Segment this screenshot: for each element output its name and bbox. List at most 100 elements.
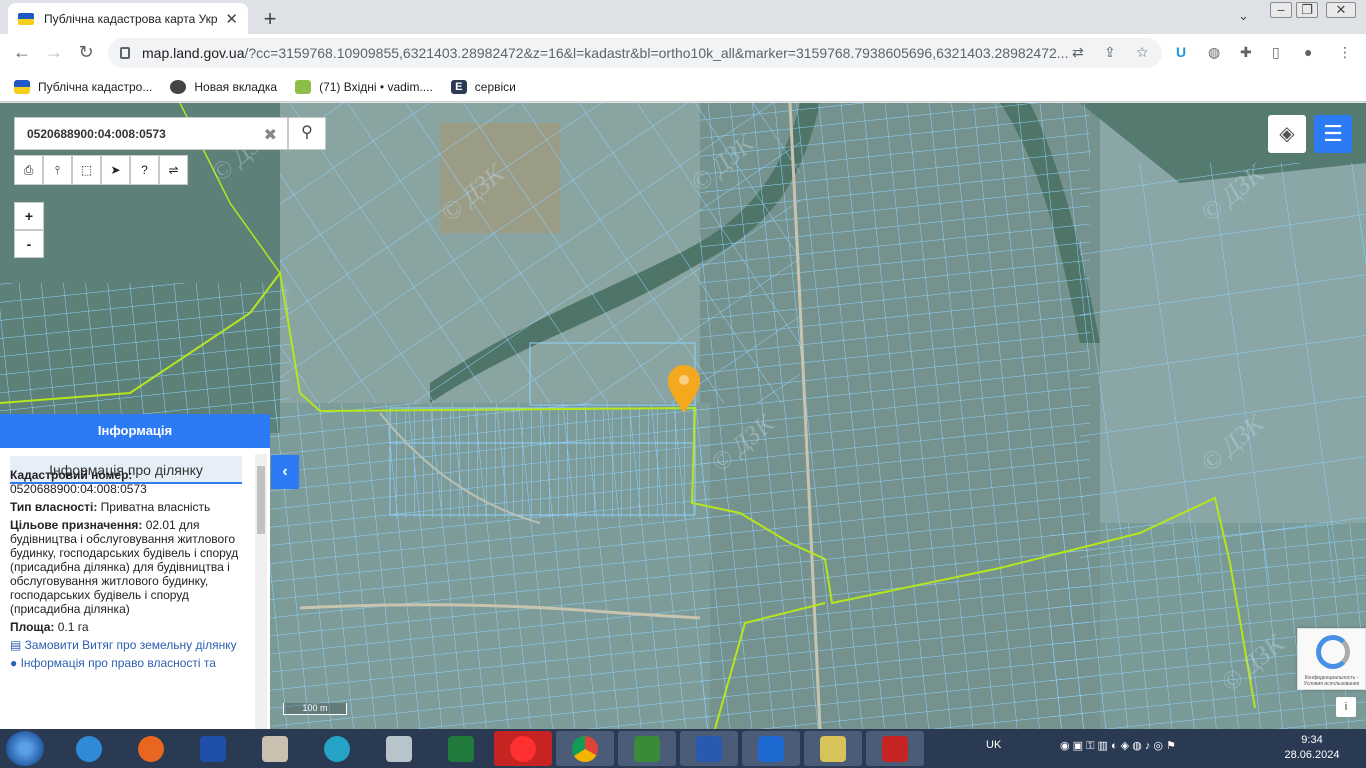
acrobat-icon[interactable] xyxy=(866,731,924,766)
hamburger-menu-icon[interactable]: ☰ xyxy=(1314,115,1352,153)
tab-search-icon[interactable]: ⌄ xyxy=(1238,8,1249,24)
globe-icon xyxy=(170,79,187,94)
bookmark-label: (71) Вхідні • vadim.... xyxy=(319,79,433,94)
recaptcha-badge[interactable]: Конфиденциальность - Условия использован… xyxy=(1297,628,1366,690)
zoom-in-button[interactable]: + xyxy=(14,202,44,230)
close-tab-icon[interactable]: ✕ xyxy=(225,10,238,28)
maximize-button[interactable]: ❐ xyxy=(1296,2,1318,18)
internet-explorer-icon[interactable] xyxy=(60,731,118,766)
area-value: 0.1 га xyxy=(57,620,89,634)
recaptcha-icon xyxy=(1316,635,1350,669)
cadastral-number-label: Кадастровий номер: xyxy=(10,468,133,482)
scanner-icon[interactable] xyxy=(370,731,428,766)
search-value: 0520688900:04:008:0573 xyxy=(27,126,166,141)
clear-search-icon[interactable]: ✖ xyxy=(264,125,277,145)
windows-start-button[interactable] xyxy=(6,731,44,766)
share-icon[interactable]: ⇪ xyxy=(1104,44,1116,61)
bookmark-kadastr[interactable]: Публічна кадастро... xyxy=(14,79,153,94)
order-extract-label: Замовити Витяг про земельну ділянку xyxy=(24,638,237,652)
panel-scrollbar[interactable] xyxy=(255,454,267,729)
skull-app-icon[interactable] xyxy=(246,731,304,766)
ownership-rights-link[interactable]: ● Інформація про право власності та xyxy=(10,656,250,670)
ownership-type-value: Приватна власність xyxy=(100,500,211,514)
side-panel-icon[interactable]: ▯ xyxy=(1272,44,1280,61)
bookmark-label: Публічна кадастро... xyxy=(38,79,153,94)
ukraine-flag-icon xyxy=(14,79,30,94)
translate-icon[interactable]: ⇄ xyxy=(1072,44,1084,61)
search-button[interactable]: ⚲ xyxy=(288,117,326,150)
print-icon[interactable]: ⎙ xyxy=(14,155,43,185)
map-info-button[interactable]: i xyxy=(1336,697,1356,717)
ukraine-flag-icon xyxy=(18,12,34,25)
zoom-out-button[interactable]: - xyxy=(14,230,44,258)
bookmarks-bar: Публічна кадастро... Новая вкладка (71) … xyxy=(0,72,1366,102)
purpose-value: 02.01 для будівництва і обслуговування ж… xyxy=(10,518,239,616)
info-panel: Інформація Інформація про ділянку Кадаст… xyxy=(0,414,270,729)
bookmark-services[interactable]: E сервіси xyxy=(450,79,516,94)
scrollbar-thumb[interactable] xyxy=(257,466,265,534)
opera-icon[interactable] xyxy=(494,731,552,766)
bookmark-new-tab[interactable]: Новая вкладка xyxy=(170,79,278,94)
info-icon: ● xyxy=(10,656,21,670)
url-host: map.land.gov.ua xyxy=(142,45,245,61)
cadastral-search-input[interactable]: 0520688900:04:008:0573 ✖ xyxy=(14,117,288,150)
floppy-save-icon[interactable] xyxy=(742,731,800,766)
order-extract-link[interactable]: ▤ Замовити Витяг про земельну ділянку xyxy=(10,638,250,652)
bookmark-label: сервіси xyxy=(474,79,516,94)
reload-button[interactable]: ↻ xyxy=(74,42,98,63)
extension-u-icon[interactable]: U xyxy=(1176,44,1186,60)
map-app-icon[interactable] xyxy=(618,731,676,766)
select-pointer-icon[interactable]: ➤ xyxy=(101,155,130,185)
mail-icon xyxy=(295,79,312,94)
minimize-button[interactable]: – xyxy=(1270,2,1292,18)
windows-taskbar: UK ◉ ▣ ⚿ ▥ ◐ ◈ ◍ ♪ ◎ ⚑ 9:34 28.06.2024 xyxy=(0,729,1366,768)
clock-date: 28.06.2024 xyxy=(1284,749,1340,761)
library-app-icon[interactable] xyxy=(184,731,242,766)
tab-bar: Публічна кадастрова карта Укр ✕ + ⌄ – ❐ … xyxy=(0,0,1366,34)
clock-time: 9:34 xyxy=(1301,734,1323,746)
measure-area-icon[interactable]: ⬚ xyxy=(72,155,101,185)
document-icon: ▤ xyxy=(10,638,25,652)
ownership-rights-label: Інформація про право власності та xyxy=(20,656,216,670)
globe-icon[interactable]: ◍ xyxy=(1208,44,1220,61)
more-menu-icon[interactable]: ⋮ xyxy=(1338,44,1352,61)
bookmark-star-icon[interactable]: ☆ xyxy=(1136,44,1149,61)
system-clock[interactable]: 9:34 28.06.2024 xyxy=(1280,733,1344,763)
measure-distance-icon[interactable]: ⫯ xyxy=(43,155,72,185)
cadastral-map[interactable]: © ДЗК © ДЗК © ДЗК © ДЗК © ДЗК © ДЗК © ДЗ… xyxy=(0,103,1366,729)
chrome-icon[interactable] xyxy=(556,731,614,766)
language-indicator[interactable]: UK xyxy=(986,739,1001,751)
info-panel-header: Інформація xyxy=(0,414,270,448)
key-app-icon[interactable] xyxy=(804,731,862,766)
new-tab-button[interactable]: + xyxy=(258,6,282,32)
edge-icon[interactable] xyxy=(308,731,366,766)
collapse-panel-chevron-icon[interactable]: ‹ xyxy=(271,455,299,489)
area-label: Площа: xyxy=(10,620,55,634)
layers-icon[interactable]: ◈ xyxy=(1268,115,1306,153)
map-toolbar: ⎙ ⫯ ⬚ ➤ ? ⇌ xyxy=(14,155,188,185)
lock-icon[interactable] xyxy=(120,47,130,59)
cadastral-number-value: 0520688900:04:008:0573 xyxy=(10,482,147,496)
firefox-icon[interactable] xyxy=(122,731,180,766)
tray-icons[interactable]: ◉ ▣ ⚿ ▥ ◐ ◈ ◍ ♪ ◎ ⚑ xyxy=(1060,739,1176,753)
url-path: /?cc=3159768.10909855,6321403.28982472&z… xyxy=(244,45,1069,61)
parcel-info-body: Кадастровий номер: 0520688900:04:008:057… xyxy=(10,468,250,674)
book-app-icon[interactable] xyxy=(680,731,738,766)
close-window-button[interactable]: ✕ xyxy=(1326,2,1356,18)
back-button[interactable]: ← xyxy=(10,42,34,63)
excel-icon[interactable] xyxy=(432,731,490,766)
browser-tab[interactable]: Публічна кадастрова карта Укр ✕ xyxy=(8,3,248,34)
address-bar[interactable]: map.land.gov.ua /?cc=3159768.10909855,63… xyxy=(108,38,1162,68)
ownership-type-label: Тип власності: xyxy=(10,500,98,514)
forward-button[interactable]: → xyxy=(42,42,66,63)
recaptcha-text: Конфиденциальность - Условия использован… xyxy=(1303,675,1360,687)
scale-bar: 100 m xyxy=(283,703,347,715)
route-icon[interactable]: ⇌ xyxy=(159,155,188,185)
bookmark-label: Новая вкладка xyxy=(194,79,278,94)
bookmark-inbox[interactable]: (71) Вхідні • vadim.... xyxy=(295,79,433,94)
search-icon: ⚲ xyxy=(301,124,313,141)
profile-avatar-icon[interactable]: ● xyxy=(1304,44,1312,60)
extensions-puzzle-icon[interactable]: ✚ xyxy=(1240,44,1252,61)
tab-title: Публічна кадастрова карта Укр xyxy=(44,11,218,26)
info-identify-icon[interactable]: ? xyxy=(130,155,159,185)
